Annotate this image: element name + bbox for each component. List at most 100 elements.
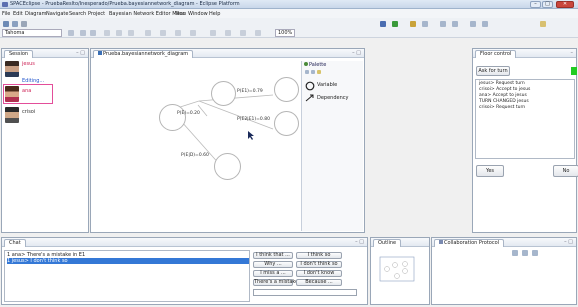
diagram-canvas[interactable]: [91, 58, 301, 232]
user-name: jesus: [22, 61, 35, 67]
yes-button[interactable]: Yes: [476, 165, 504, 177]
dependency-tool-icon[interactable]: [305, 94, 315, 102]
select-icon[interactable]: [190, 30, 196, 36]
grid-icon[interactable]: [240, 30, 246, 36]
connector-icon[interactable]: [210, 30, 216, 36]
variable-node[interactable]: [274, 111, 299, 136]
view-controls[interactable]: – □: [76, 50, 85, 56]
tab-chat[interactable]: Chat: [4, 239, 26, 247]
dependency-edge[interactable]: [198, 94, 274, 102]
menu-bar: File Edit Diagram Navigate Search Projec…: [0, 9, 578, 18]
bold-icon[interactable]: [80, 30, 86, 36]
variable-node[interactable]: [274, 77, 299, 102]
zoom-in-icon[interactable]: [305, 70, 309, 74]
eclipse-app-icon: [2, 2, 8, 7]
quick-phrase-button[interactable]: I miss a ...: [253, 270, 293, 277]
window-title: SPACEclipse - PruebaReslto/Inesperado/Pr…: [10, 1, 240, 7]
note-icon[interactable]: [317, 70, 321, 74]
fill-color-icon[interactable]: [116, 30, 122, 36]
no-button[interactable]: No: [553, 165, 578, 177]
menu-run[interactable]: Run: [176, 11, 186, 17]
view-controls[interactable]: –: [571, 50, 574, 56]
font-combo[interactable]: Tahoma: [2, 29, 62, 37]
search-icon[interactable]: [422, 21, 428, 27]
mouse-cursor-icon: [248, 131, 254, 140]
font-color-icon[interactable]: [104, 30, 110, 36]
font-size-icon[interactable]: [68, 30, 74, 36]
variable-node[interactable]: [214, 153, 241, 180]
protocol-tool-icon[interactable]: [522, 250, 528, 256]
palette-item-dependency[interactable]: Dependency: [317, 95, 348, 101]
new-icon[interactable]: [3, 21, 9, 27]
ask-for-turn-button[interactable]: Ask for turn: [476, 66, 510, 76]
save-icon[interactable]: [12, 21, 18, 27]
zoom-out-icon[interactable]: [311, 70, 315, 74]
menu-search[interactable]: Search: [69, 11, 86, 17]
turn-indicator: [571, 67, 577, 75]
quick-phrase-button[interactable]: There's a mistake in ...: [253, 279, 311, 286]
line-color-icon[interactable]: [128, 30, 134, 36]
italic-icon[interactable]: [90, 30, 96, 36]
debug-icon[interactable]: [380, 21, 386, 27]
quick-phrase-button[interactable]: I don't think so: [296, 261, 342, 268]
run-icon[interactable]: [392, 21, 398, 27]
variable-node[interactable]: [159, 104, 186, 131]
menu-file[interactable]: File: [2, 11, 10, 17]
palette: Palette Variable Dependency: [301, 61, 363, 231]
menu-window[interactable]: Window: [188, 11, 208, 17]
chat-message-selected[interactable]: 1 jesus> I don't think so: [7, 258, 249, 264]
menu-diagram[interactable]: Diagram: [25, 11, 46, 17]
maximize-button[interactable]: □: [542, 1, 553, 8]
view-controls[interactable]: – □: [352, 50, 361, 56]
tab-floor-control[interactable]: Floor control: [475, 50, 517, 58]
log-entry: crisoi> Request turn: [479, 105, 526, 110]
dependency-edge[interactable]: [198, 100, 274, 130]
node-label: P(E1)=0.79: [237, 89, 263, 94]
menu-bayesian-editor[interactable]: Bayesian Network Editor Menu: [109, 11, 186, 17]
palette-item-variable[interactable]: Variable: [317, 82, 337, 88]
perspective-icon[interactable]: [540, 21, 546, 27]
session-panel: Session – □ jesus Editing... ana crisoi: [1, 48, 89, 233]
quick-phrase-button[interactable]: I think so: [296, 252, 342, 259]
chat-input[interactable]: [253, 289, 357, 296]
align-icon[interactable]: [145, 30, 151, 36]
zoom-combo[interactable]: 100%: [275, 29, 295, 37]
arrange-icon[interactable]: [160, 30, 166, 36]
variable-tool-icon[interactable]: [305, 81, 315, 91]
arrow-style-icon[interactable]: [255, 30, 261, 36]
chat-panel: Chat – □ 1 ana> There's a mistake in E1 …: [1, 237, 368, 305]
view-controls[interactable]: – □: [564, 239, 573, 245]
menu-navigate[interactable]: Navigate: [46, 11, 68, 17]
protocol-tool-icon[interactable]: [512, 250, 518, 256]
route-icon[interactable]: [225, 30, 231, 36]
diagram-file-icon: [98, 51, 102, 55]
quick-phrase-button[interactable]: I don't know: [296, 270, 342, 277]
quick-phrase-button[interactable]: Why ...: [253, 261, 293, 268]
protocol-tool-icon[interactable]: [532, 250, 538, 256]
quick-phrase-button[interactable]: Because ...: [296, 279, 342, 286]
quick-phrase-button[interactable]: I think that ...: [253, 252, 293, 259]
view-controls[interactable]: – □: [355, 239, 364, 245]
close-button[interactable]: ✕: [556, 1, 574, 8]
tab-outline[interactable]: Outline: [373, 239, 402, 247]
tab-collaboration-protocol[interactable]: Collaboration Protocol: [434, 239, 505, 247]
outline-thumbnail[interactable]: [379, 256, 419, 286]
layout-icon[interactable]: [175, 30, 181, 36]
minimize-button[interactable]: –: [530, 1, 541, 8]
menu-help[interactable]: Help: [209, 11, 220, 17]
palette-icon: [304, 62, 308, 66]
user-name: crisoi: [22, 109, 36, 115]
palette-title: Palette: [304, 62, 326, 68]
prev-annotation-icon[interactable]: [452, 21, 458, 27]
menu-project[interactable]: Project: [88, 11, 105, 17]
menu-edit[interactable]: Edit: [13, 11, 23, 17]
back-icon[interactable]: [470, 21, 476, 27]
tab-diagram[interactable]: Prueba.bayesiannetwork_diagram: [93, 50, 194, 58]
next-annotation-icon[interactable]: [440, 21, 446, 27]
tab-session[interactable]: Session: [4, 50, 34, 58]
avatar: [5, 86, 19, 102]
variable-node[interactable]: [211, 81, 236, 106]
print-icon[interactable]: [21, 21, 27, 27]
open-type-icon[interactable]: [410, 21, 416, 27]
forward-icon[interactable]: [482, 21, 488, 27]
